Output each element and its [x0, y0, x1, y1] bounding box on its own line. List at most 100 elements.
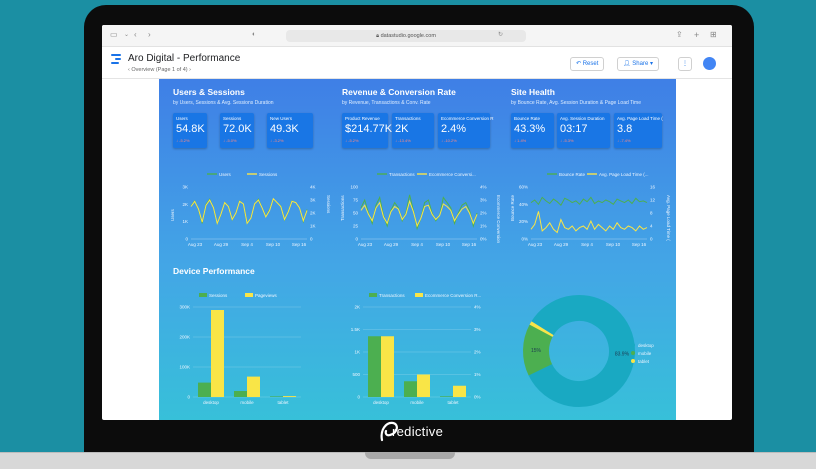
- series-line-yellow: [530, 211, 648, 234]
- y-axis-label-left: Bounce Rate: [510, 194, 515, 221]
- bar-green: [440, 396, 453, 397]
- sidebar-toggle-icon[interactable]: ▭: [110, 31, 118, 39]
- kpi-label: New Users: [270, 116, 293, 121]
- y-axis-label-right: Ecommerce Conversion: [496, 195, 501, 244]
- kpi-value: $214.77K: [345, 123, 393, 135]
- kpi-card[interactable]: Users 54.8K ↓ -5.2%: [173, 113, 207, 148]
- users-section-title: Users & Sessions: [173, 87, 245, 97]
- y-tick-label-left: 50: [353, 211, 359, 216]
- add-person-icon: 👤︎: [623, 61, 633, 67]
- reload-icon[interactable]: ↻: [498, 31, 503, 39]
- y-tick-label-right: 2K: [310, 211, 316, 216]
- kpi-card[interactable]: Avg. Session Duration 03:17 ↓ -5.3%: [557, 113, 610, 148]
- y-tick-label-left: 1K: [182, 219, 188, 224]
- kpi-delta: ↓ -5.2%: [176, 138, 190, 143]
- kpi-delta: ↓ 1.4%: [514, 138, 527, 143]
- kpi-delta: ↓ -5.0%: [223, 138, 237, 143]
- legend-label: Sessions: [209, 293, 228, 298]
- y-tick-label-left: 60%: [519, 185, 528, 190]
- avatar[interactable]: [703, 57, 716, 70]
- share-page-icon[interactable]: ⇪: [676, 31, 683, 39]
- kpi-card[interactable]: Product Revenue $214.77K ↓ -5.2%: [342, 113, 392, 148]
- x-tick-label: mobile: [240, 400, 254, 405]
- kpi-label: Product Revenue: [345, 116, 380, 121]
- x-tick-label: Sep 16: [292, 242, 307, 247]
- legend-swatch: [631, 359, 635, 363]
- legend-label: desktop: [638, 343, 654, 348]
- x-tick-label: Sep 4: [581, 242, 593, 247]
- url-text: datastudio.google.com: [380, 33, 436, 39]
- y-tick-label-left: 3K: [182, 185, 188, 190]
- y-tick-label-right: 16: [650, 185, 656, 190]
- y-tick-label-right: 1%: [474, 372, 481, 377]
- kpi-card[interactable]: Bounce Rate 43.3% ↓ 1.4%: [511, 113, 554, 148]
- report-title[interactable]: Aro Digital - Performance: [128, 53, 240, 64]
- series-line-yellow: [360, 199, 478, 228]
- y-tick-label-left: 2K: [182, 202, 188, 207]
- kpi-label: Users: [176, 116, 188, 121]
- forward-icon[interactable]: ›: [148, 31, 151, 39]
- chevron-down-icon[interactable]: ⌄: [124, 31, 129, 39]
- y-tick-label-right: 0: [310, 237, 313, 242]
- privacy-shield-icon[interactable]: ◐: [252, 31, 256, 39]
- y-tick-label-left: 100K: [179, 365, 190, 370]
- legend-swatch-yellow: [415, 293, 423, 297]
- x-tick-label: Sep 4: [241, 242, 253, 247]
- kpi-card[interactable]: Transactions 2K ↓ -13.4%: [392, 113, 434, 148]
- kpi-card[interactable]: Avg. Page Load Time (3.8 ↓ -7.4%: [614, 113, 663, 148]
- kpi-delta: ↓ -10.2%: [441, 138, 457, 143]
- y-tick-label-right: 4%: [474, 305, 481, 310]
- kpi-card[interactable]: Sessions 72.0K ↓ -5.0%: [220, 113, 254, 148]
- y-tick-label-right: 0: [650, 237, 653, 242]
- kpi-value: 2.4%: [441, 123, 467, 135]
- x-tick-label: Aug 29: [384, 242, 399, 247]
- bar-green: [404, 381, 417, 397]
- tab-overview-icon[interactable]: ⊞: [710, 31, 717, 39]
- share-button[interactable]: 👤︎ Share ▾: [617, 57, 659, 71]
- revenue-section-title: Revenue & Conversion Rate: [342, 87, 456, 97]
- kpi-delta: ↓ -7.4%: [617, 138, 631, 143]
- new-tab-icon[interactable]: +: [694, 31, 699, 40]
- y-tick-label-right: 4K: [310, 185, 316, 190]
- y-tick-label-left: 0%: [521, 237, 528, 242]
- reset-button[interactable]: ↶ Reset: [570, 57, 605, 71]
- kpi-card[interactable]: New Users 49.3K ↓ -3.2%: [267, 113, 313, 148]
- site-health-chart: Bounce Rate Avg. Page Load Time (... Bounc…: [510, 172, 671, 247]
- page-navigation[interactable]: ‹ Overview (Page 1 of 4) ›: [128, 67, 191, 73]
- kpi-value: 72.0K: [223, 123, 252, 135]
- kpi-card[interactable]: Ecommerce Conversion R 2.4% ↓ -10.2%: [438, 113, 494, 148]
- x-tick-label: mobile: [410, 400, 424, 405]
- x-tick-label: Aug 23: [188, 242, 203, 247]
- kpi-label: Transactions: [395, 116, 421, 121]
- kpi-label: Avg. Session Duration: [560, 116, 605, 121]
- y-tick-label-right: 3%: [474, 327, 481, 332]
- data-studio-logo-icon: [111, 54, 121, 66]
- bar-green: [198, 382, 211, 397]
- legend-swatch: [631, 343, 635, 347]
- url-field[interactable]: 🔒︎ datastudio.google.com: [286, 30, 526, 42]
- x-tick-label: Sep 16: [462, 242, 477, 247]
- y-tick-label-right: 3%: [480, 198, 487, 203]
- y-tick-label-right: 8: [650, 211, 653, 216]
- reset-label: Reset: [582, 61, 599, 67]
- y-tick-label-left: 25: [353, 224, 359, 229]
- back-icon[interactable]: ‹: [134, 31, 137, 39]
- kpi-value: 49.3K: [270, 123, 299, 135]
- bar-yellow: [211, 310, 224, 397]
- x-tick-label: Aug 29: [554, 242, 569, 247]
- reset-icon: ↶: [576, 61, 583, 67]
- y-tick-label-right: 0%: [480, 237, 487, 242]
- legend-label: tablet: [638, 359, 650, 364]
- y-tick-label-left: 1.5K: [351, 327, 360, 332]
- legend-label: Users: [219, 172, 232, 177]
- series-line-green: [530, 196, 648, 207]
- x-tick-label: Aug 29: [214, 242, 229, 247]
- legend-label: Transactions: [389, 172, 415, 177]
- y-axis-label-right: Sessions: [326, 195, 331, 214]
- y-tick-label-left: 75: [353, 198, 359, 203]
- y-tick-label-left: 0: [187, 395, 190, 400]
- more-options-button[interactable]: ⋮: [678, 57, 692, 71]
- y-axis-label-left: Users: [170, 208, 175, 221]
- kpi-label: Bounce Rate: [514, 116, 541, 121]
- kpi-label: Ecommerce Conversion R: [441, 116, 494, 121]
